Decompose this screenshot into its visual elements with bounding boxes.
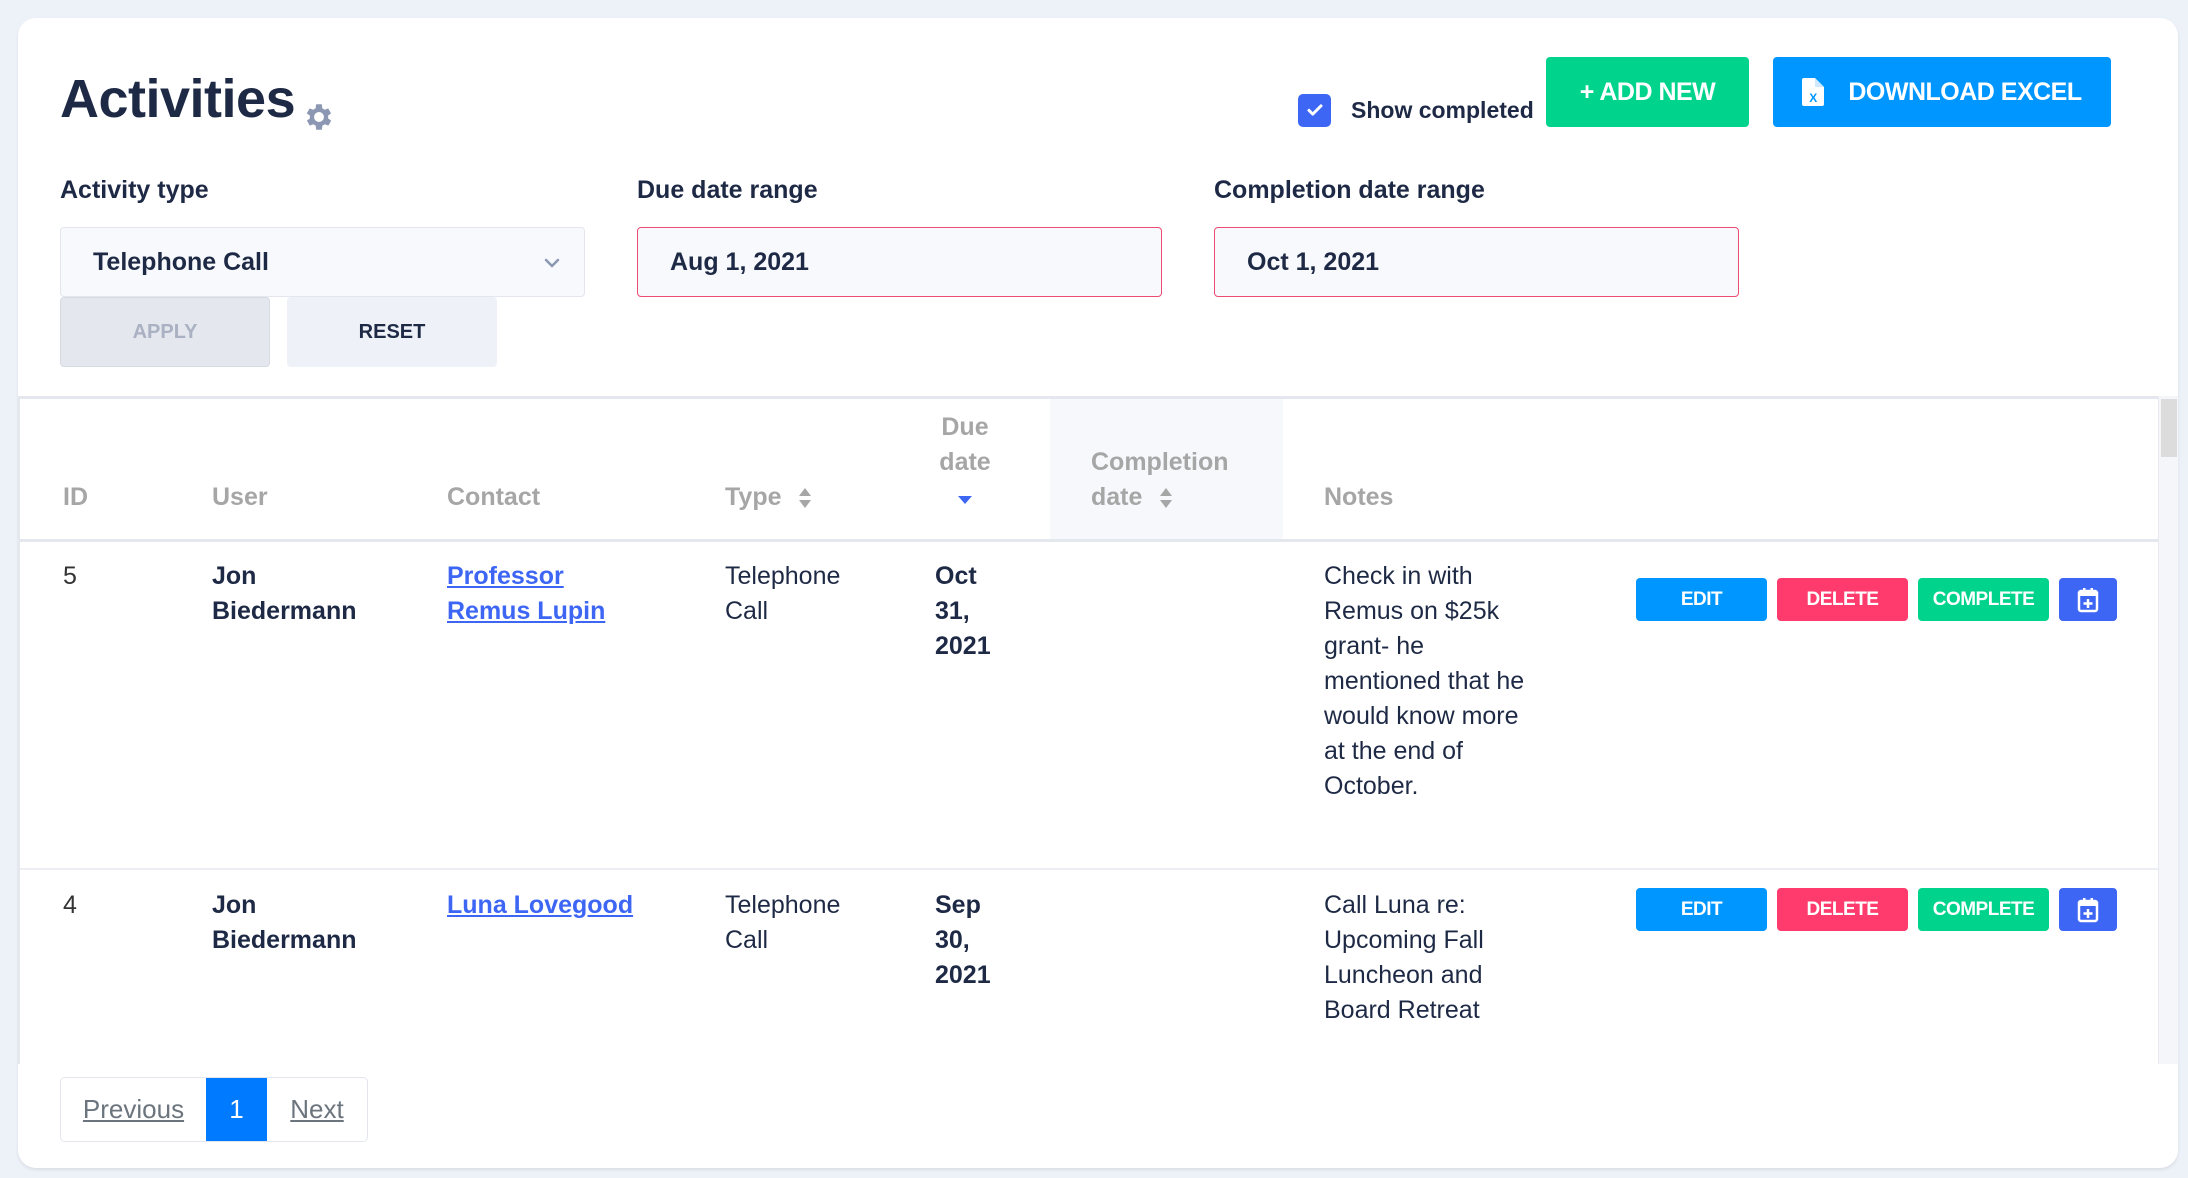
cell-type: Telephone Call <box>725 559 840 629</box>
download-excel-label: DOWNLOAD EXCEL <box>1848 77 2082 106</box>
notes-line: Luncheon and <box>1324 961 1483 989</box>
notes-line: mentioned that he <box>1324 667 1525 695</box>
cell-due-date: Oct 31, 2021 <box>935 559 991 664</box>
cell-type-line: Call <box>725 926 769 954</box>
cell-due-date: Sep 30, 2021 <box>935 888 991 993</box>
previous-page-button[interactable]: Previous <box>61 1078 206 1141</box>
notes-line: Check in with <box>1324 562 1473 590</box>
page-1-button[interactable]: 1 <box>206 1078 267 1141</box>
complete-button[interactable]: COMPLETE <box>1918 578 2049 621</box>
cell-user-line: Biedermann <box>212 597 357 625</box>
cell-due-line: Sep <box>935 891 981 919</box>
cell-user-line: Biedermann <box>212 926 357 954</box>
sort-icon <box>799 488 812 509</box>
column-header-contact: Contact <box>447 483 541 511</box>
column-header-type[interactable]: Type <box>725 480 812 515</box>
download-excel-button[interactable]: X DOWNLOAD EXCEL <box>1773 57 2111 127</box>
notes-line: Board Retreat <box>1324 996 1480 1024</box>
cell-contact[interactable]: Luna Lovegood <box>447 888 633 923</box>
checkmark-icon <box>1307 104 1322 116</box>
cell-id: 5 <box>63 562 77 590</box>
next-page-button[interactable]: Next <box>267 1078 367 1141</box>
activities-table: ID User Contact Type Due date Completion… <box>18 396 2158 1064</box>
complete-button[interactable]: COMPLETE <box>1918 888 2049 931</box>
column-header-user: User <box>212 483 268 511</box>
cell-user: Jon Biedermann <box>212 888 356 958</box>
due-date-range-value: Aug 1, 2021 <box>670 247 809 276</box>
cell-type-line: Telephone <box>725 891 841 919</box>
column-header-id: ID <box>63 483 88 511</box>
cell-contact[interactable]: Professor Remus Lupin <box>447 559 605 629</box>
excel-file-icon: X <box>1802 78 1825 106</box>
sort-icon <box>1160 488 1173 509</box>
notes-line: Call Luna re: <box>1324 891 1466 919</box>
cell-notes: Call Luna re: Upcoming Fall Luncheon and… <box>1324 888 1554 1028</box>
notes-line: Upcoming Fall <box>1324 926 1484 954</box>
cell-due-line: 31, <box>935 597 970 625</box>
row-divider <box>20 868 2158 870</box>
sort-descending-icon <box>958 496 972 504</box>
add-to-calendar-button[interactable] <box>2059 578 2117 621</box>
contact-link[interactable]: Luna Lovegood <box>447 888 633 923</box>
notes-line: grant- he <box>1324 632 1425 660</box>
cell-id: 4 <box>63 891 77 919</box>
cell-notes: Check in with Remus on $25k grant- he me… <box>1324 559 1554 804</box>
column-header-type-label: Type <box>725 483 782 511</box>
chevron-down-icon <box>544 258 560 268</box>
header-divider <box>20 539 2158 542</box>
cell-user: Jon Biedermann <box>212 559 356 629</box>
cell-due-line: 30, <box>935 926 970 954</box>
delete-button[interactable]: DELETE <box>1777 888 1908 931</box>
due-date-range-label: Due date range <box>637 176 818 204</box>
cell-due-line: 2021 <box>935 961 991 989</box>
svg-text:X: X <box>1810 91 1818 105</box>
edit-button[interactable]: EDIT <box>1636 888 1767 931</box>
cell-type-line: Telephone <box>725 562 841 590</box>
show-completed-label: Show completed <box>1351 96 1534 123</box>
pagination: Previous 1 Next <box>60 1077 368 1142</box>
notes-line: would know more <box>1324 702 1519 730</box>
cell-due-line: 2021 <box>935 632 991 660</box>
gear-icon[interactable] <box>302 100 336 134</box>
column-header-due-date-line2: date <box>939 448 991 476</box>
show-completed-toggle[interactable]: Show completed <box>1298 75 1534 145</box>
column-header-completion-date-line1: Completion <box>1091 448 1229 476</box>
notes-line: Remus on $25k <box>1324 597 1500 625</box>
scrollbar-thumb[interactable] <box>2161 399 2177 457</box>
calendar-plus-icon <box>2077 897 2099 922</box>
activity-type-value: Telephone Call <box>93 247 269 276</box>
cell-type-line: Call <box>725 597 769 625</box>
cell-user-line: Jon <box>212 891 257 919</box>
column-header-completion-date-line2: date <box>1091 483 1143 511</box>
edit-button[interactable]: EDIT <box>1636 578 1767 621</box>
completion-date-range-label: Completion date range <box>1214 176 1485 204</box>
apply-button[interactable]: APPLY <box>60 297 270 367</box>
activities-card: Activities Show completed + ADD NEW X DO… <box>18 18 2178 1168</box>
column-header-completion-date[interactable]: Completion date <box>1091 445 1229 515</box>
notes-line: October. <box>1324 772 1419 800</box>
reset-button[interactable]: RESET <box>287 297 497 367</box>
page-title: Activities <box>60 69 296 129</box>
contact-link[interactable]: Professor <box>447 559 605 594</box>
notes-line: at the end of <box>1324 737 1464 765</box>
show-completed-checkbox[interactable] <box>1298 93 1331 127</box>
cell-type: Telephone Call <box>725 888 840 958</box>
cell-due-line: Oct <box>935 562 977 590</box>
completion-date-range-input[interactable]: Oct 1, 2021 <box>1214 227 1739 297</box>
add-to-calendar-button[interactable] <box>2059 888 2117 931</box>
column-header-notes: Notes <box>1324 483 1394 511</box>
contact-link[interactable]: Remus Lupin <box>447 594 605 629</box>
completion-date-range-value: Oct 1, 2021 <box>1247 247 1380 276</box>
column-header-due-date-line1: Due <box>941 413 989 441</box>
due-date-range-input[interactable]: Aug 1, 2021 <box>637 227 1162 297</box>
column-header-due-date[interactable]: Due date <box>935 410 995 515</box>
activity-type-label: Activity type <box>60 176 209 204</box>
delete-button[interactable]: DELETE <box>1777 578 1908 621</box>
add-new-button[interactable]: + ADD NEW <box>1546 57 1749 127</box>
activity-type-select[interactable]: Telephone Call <box>60 227 585 297</box>
table-scrollbar[interactable] <box>2158 396 2178 1064</box>
calendar-plus-icon <box>2077 587 2099 612</box>
cell-user-line: Jon <box>212 562 257 590</box>
